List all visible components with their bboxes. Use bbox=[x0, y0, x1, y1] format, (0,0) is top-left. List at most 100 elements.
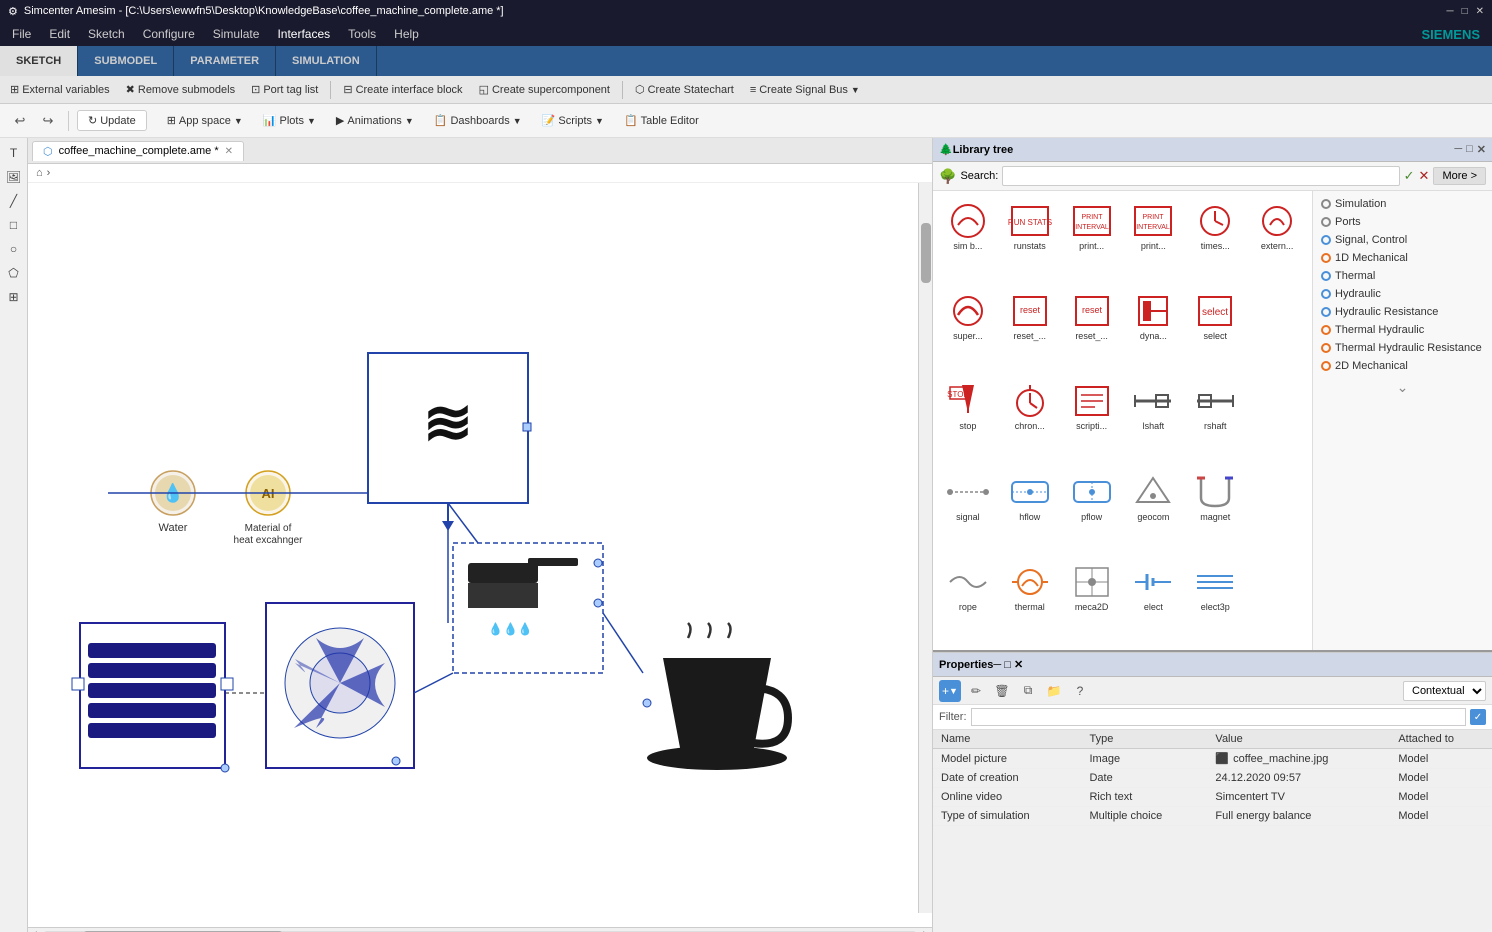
canvas-horizontal-scrollbar[interactable]: ◀ ▶ bbox=[28, 927, 932, 932]
menu-simulate[interactable]: Simulate bbox=[205, 25, 268, 43]
filter-input[interactable] bbox=[971, 708, 1467, 726]
coffee-cup[interactable] bbox=[643, 623, 791, 771]
comp-print1[interactable]: PRINT INTERVAL print... bbox=[1061, 195, 1123, 285]
comp-select[interactable]: select select bbox=[1184, 285, 1246, 375]
tree-item-ports[interactable]: Ports bbox=[1313, 213, 1492, 231]
tree-item-simulation[interactable]: Simulation bbox=[1313, 195, 1492, 213]
comp-times[interactable]: times... bbox=[1184, 195, 1246, 285]
comp-super[interactable]: super... bbox=[937, 285, 999, 375]
menu-tools[interactable]: Tools bbox=[340, 25, 384, 43]
search-clear-icon[interactable]: ✕ bbox=[1419, 168, 1430, 184]
comp-signal[interactable]: signal bbox=[937, 466, 999, 556]
tool-image[interactable]: 🖼 bbox=[3, 166, 25, 188]
comp-lshaft[interactable]: lshaft bbox=[1122, 375, 1184, 465]
tool-text[interactable]: T bbox=[3, 142, 25, 164]
tree-expand-down[interactable]: ⌄ bbox=[1313, 375, 1492, 400]
copy-property-button[interactable]: ⧉ bbox=[1017, 680, 1039, 702]
menu-interfaces[interactable]: Interfaces bbox=[269, 25, 338, 43]
canvas-content[interactable]: 💧 Water AI Material of heat excahnger ≋ bbox=[28, 183, 932, 927]
tree-item-signal-control[interactable]: Signal, Control bbox=[1313, 231, 1492, 249]
tool-line[interactable]: ╱ bbox=[3, 190, 25, 212]
tree-item-thermal-hydraulic[interactable]: Thermal Hydraulic bbox=[1313, 321, 1492, 339]
tab-parameter[interactable]: PARAMETER bbox=[174, 46, 276, 76]
undo-button[interactable]: ↩ bbox=[8, 109, 32, 133]
canvas-vertical-scrollbar[interactable] bbox=[918, 183, 932, 913]
update-button[interactable]: ↻ Update bbox=[77, 110, 147, 131]
tree-item-thermal-hydraulic-resistance[interactable]: Thermal Hydraulic Resistance bbox=[1313, 339, 1492, 357]
redo-button[interactable]: ↪ bbox=[36, 109, 60, 133]
folder-property-button[interactable]: 📁 bbox=[1043, 680, 1065, 702]
props-minimize-button[interactable]: ─ bbox=[993, 659, 1001, 671]
pump-component[interactable] bbox=[266, 603, 414, 768]
table-row[interactable]: Model picture Image ⬛ coffee_machine.jpg… bbox=[933, 749, 1492, 769]
tool-polygon[interactable]: ⬠ bbox=[3, 262, 25, 284]
search-input[interactable] bbox=[1002, 166, 1399, 186]
comp-magnet[interactable]: magnet bbox=[1184, 466, 1246, 556]
comp-runstats[interactable]: RUN STATS runstats bbox=[999, 195, 1061, 285]
delete-property-button[interactable]: 🗑 bbox=[991, 680, 1013, 702]
library-minimize-button[interactable]: ─ bbox=[1454, 143, 1462, 156]
tree-item-2d-mechanical[interactable]: 2D Mechanical bbox=[1313, 357, 1492, 375]
comp-stop[interactable]: STOP stop bbox=[937, 375, 999, 465]
comp-dyna[interactable]: dyna... bbox=[1122, 285, 1184, 375]
plots-button[interactable]: 📊 Plots ▼ bbox=[255, 111, 324, 130]
props-close-button[interactable]: ✕ bbox=[1014, 659, 1023, 671]
canvas-vscroll-thumb[interactable] bbox=[921, 223, 931, 283]
remove-submodels-button[interactable]: ✖ Remove submodels bbox=[120, 81, 241, 98]
table-row[interactable]: Date of creation Date 24.12.2020 09:57 M… bbox=[933, 769, 1492, 788]
table-editor-button[interactable]: 📋 Table Editor bbox=[616, 111, 707, 130]
comp-hflow[interactable]: hflow bbox=[999, 466, 1061, 556]
dashboards-button[interactable]: 📋 Dashboards ▼ bbox=[426, 111, 530, 130]
search-confirm-icon[interactable]: ✓ bbox=[1404, 168, 1415, 184]
add-property-button[interactable]: + ▼ bbox=[939, 680, 961, 702]
comp-extern[interactable]: extern... bbox=[1246, 195, 1308, 285]
minimize-button[interactable]: ─ bbox=[1446, 6, 1453, 17]
create-interface-block-button[interactable]: ⊟ Create interface block bbox=[337, 81, 468, 98]
tree-item-1d-mechanical[interactable]: 1D Mechanical bbox=[1313, 249, 1492, 267]
menu-sketch[interactable]: Sketch bbox=[80, 25, 133, 43]
filter-check-button[interactable]: ✓ bbox=[1470, 709, 1486, 725]
tab-simulation[interactable]: SIMULATION bbox=[276, 46, 377, 76]
tree-item-thermal[interactable]: Thermal bbox=[1313, 267, 1492, 285]
comp-print2[interactable]: PRINT INTERVAL print... bbox=[1122, 195, 1184, 285]
comp-thermal[interactable]: thermal bbox=[999, 556, 1061, 646]
external-variables-button[interactable]: ⊞ External variables bbox=[4, 81, 116, 98]
comp-meca2D[interactable]: meca2D bbox=[1061, 556, 1123, 646]
tree-item-hydraulic[interactable]: Hydraulic bbox=[1313, 285, 1492, 303]
comp-rshaft[interactable]: rshaft bbox=[1184, 375, 1246, 465]
help-property-button[interactable]: ? bbox=[1069, 680, 1091, 702]
comp-reset1[interactable]: reset reset_... bbox=[999, 285, 1061, 375]
comp-elect[interactable]: elect bbox=[1122, 556, 1184, 646]
canvas-tab-close[interactable]: ✕ bbox=[225, 146, 233, 157]
comp-scripti[interactable]: scripti... bbox=[1061, 375, 1123, 465]
contextual-dropdown[interactable]: Contextual All bbox=[1403, 681, 1486, 701]
create-supercomponent-button[interactable]: ◱ Create supercomponent bbox=[473, 81, 616, 98]
table-row[interactable]: Type of simulation Multiple choice Full … bbox=[933, 807, 1492, 826]
maximize-button[interactable]: □ bbox=[1462, 6, 1468, 17]
tree-item-hydraulic-resistance[interactable]: Hydraulic Resistance bbox=[1313, 303, 1492, 321]
scripts-button[interactable]: 📝 Scripts ▼ bbox=[534, 111, 612, 130]
menu-configure[interactable]: Configure bbox=[135, 25, 203, 43]
create-signal-bus-button[interactable]: ≡ Create Signal Bus ▼ bbox=[744, 82, 866, 98]
comp-reset2[interactable]: reset reset_... bbox=[1061, 285, 1123, 375]
comp-geocom[interactable]: geocom bbox=[1122, 466, 1184, 556]
tab-sketch[interactable]: SKETCH bbox=[0, 46, 78, 76]
canvas-tab-item[interactable]: ⬡ coffee_machine_complete.ame * ✕ bbox=[32, 141, 244, 161]
app-space-button[interactable]: ⊞ App space ▼ bbox=[159, 111, 251, 130]
espresso-machine[interactable]: 💧💧💧 bbox=[453, 543, 603, 673]
comp-elect3p[interactable]: elect3p bbox=[1184, 556, 1246, 646]
props-restore-button[interactable]: □ bbox=[1004, 659, 1011, 671]
canvas-area[interactable]: ⬡ coffee_machine_complete.ame * ✕ ⌂ › 💧 bbox=[28, 138, 932, 932]
comp-chron[interactable]: chron... bbox=[999, 375, 1061, 465]
library-close-button[interactable]: ✕ bbox=[1477, 143, 1486, 156]
comp-pflow[interactable]: pflow bbox=[1061, 466, 1123, 556]
port-tag-list-button[interactable]: ⊡ Port tag list bbox=[245, 81, 324, 98]
tool-ellipse[interactable]: ○ bbox=[3, 238, 25, 260]
edit-property-button[interactable]: ✏ bbox=[965, 680, 987, 702]
table-row[interactable]: Online video Rich text Simcentert TV Mod… bbox=[933, 788, 1492, 807]
close-button[interactable]: ✕ bbox=[1476, 6, 1484, 17]
tab-submodel[interactable]: SUBMODEL bbox=[78, 46, 174, 76]
animations-button[interactable]: ▶ Animations ▼ bbox=[328, 111, 422, 130]
menu-edit[interactable]: Edit bbox=[41, 25, 78, 43]
boiler-component[interactable] bbox=[72, 623, 233, 772]
